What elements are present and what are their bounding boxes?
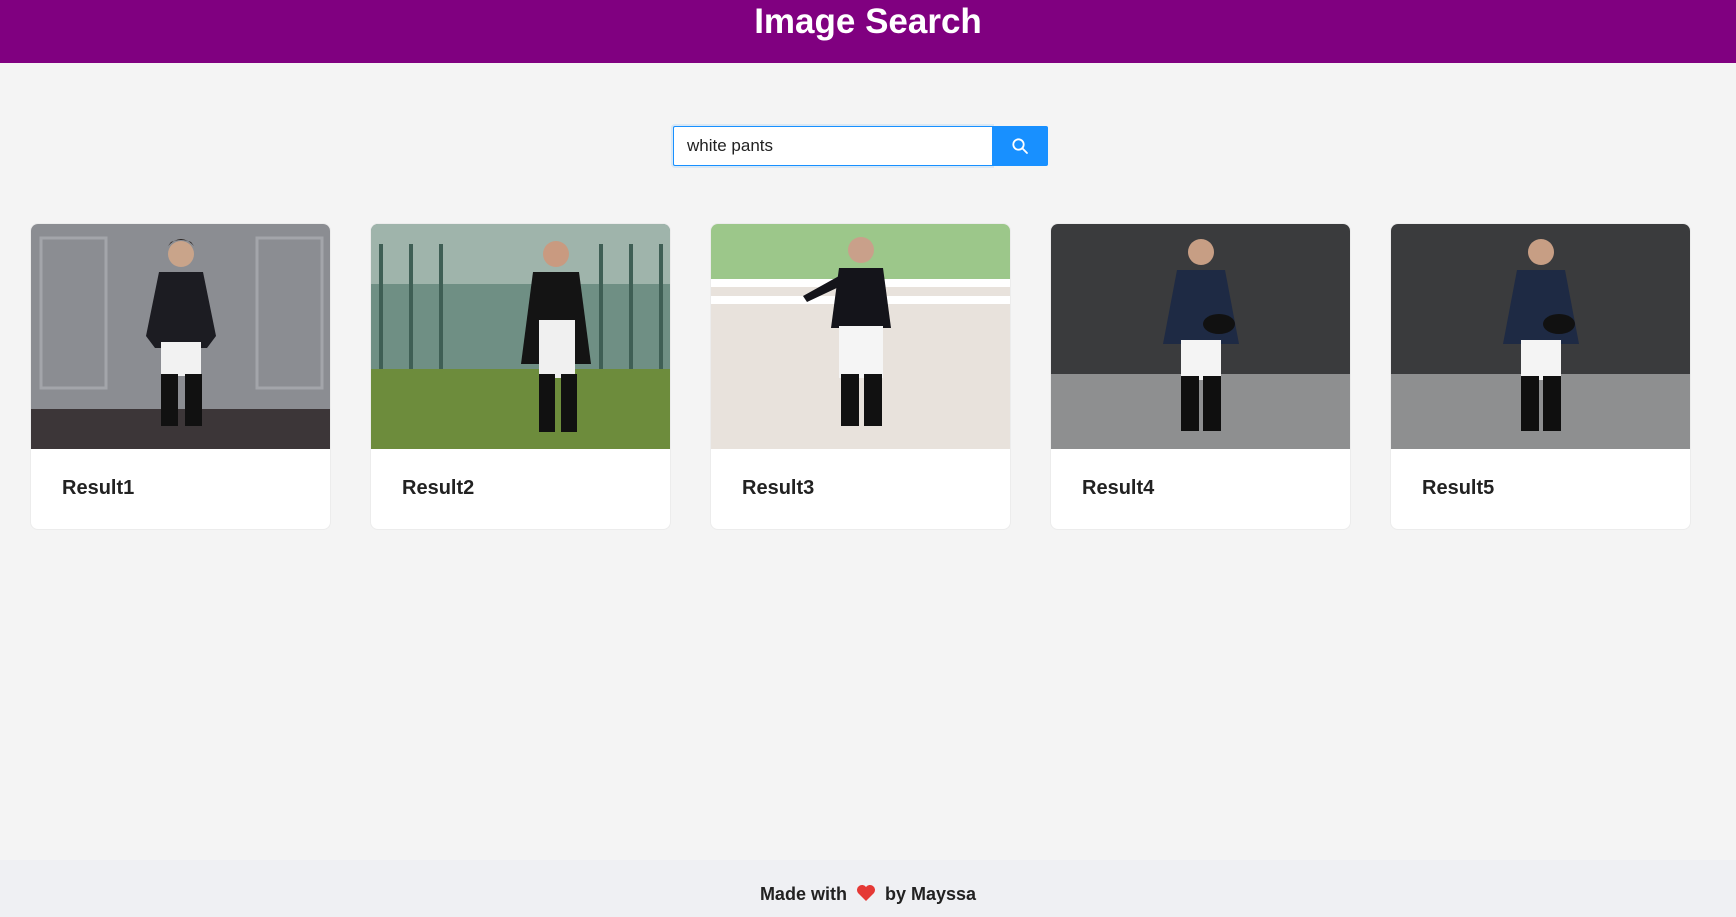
image-search-app: Image Search white pants Result1 Result2…	[0, 0, 1736, 917]
search-icon	[1012, 138, 1028, 154]
footer: Made with by Mayssa	[0, 860, 1736, 917]
search-button[interactable]	[992, 126, 1048, 166]
result-title: Result5	[1422, 477, 1495, 499]
result-image[interactable]	[1391, 224, 1690, 449]
result-card[interactable]: Result2	[370, 223, 671, 530]
result-image[interactable]	[711, 224, 1010, 449]
result-card[interactable]: Result3	[710, 223, 1011, 530]
page-title: Image Search	[754, 2, 982, 41]
result-title: Result3	[742, 477, 815, 499]
result-title: Result1	[62, 477, 135, 499]
result-image[interactable]	[1051, 224, 1350, 449]
results-grid: Result1 Result2 Result3 Result4 Result5	[30, 223, 1692, 530]
search-input[interactable]	[673, 126, 992, 166]
footer-credit: Made with by Mayssa	[760, 884, 976, 905]
result-image[interactable]	[31, 224, 330, 449]
result-card[interactable]: Result5	[1390, 223, 1691, 530]
footer-suffix: by Mayssa	[884, 884, 977, 904]
heart-icon	[856, 885, 875, 901]
result-card[interactable]: Result4	[1050, 223, 1351, 530]
footer-prefix: Made with	[759, 884, 847, 904]
result-title: Result4	[1082, 477, 1155, 499]
app-header: Image Search	[0, 0, 1736, 63]
result-card[interactable]: Result1	[30, 223, 331, 530]
result-image[interactable]	[371, 224, 670, 449]
search-bar	[673, 126, 1048, 166]
result-title: Result2	[402, 477, 475, 499]
